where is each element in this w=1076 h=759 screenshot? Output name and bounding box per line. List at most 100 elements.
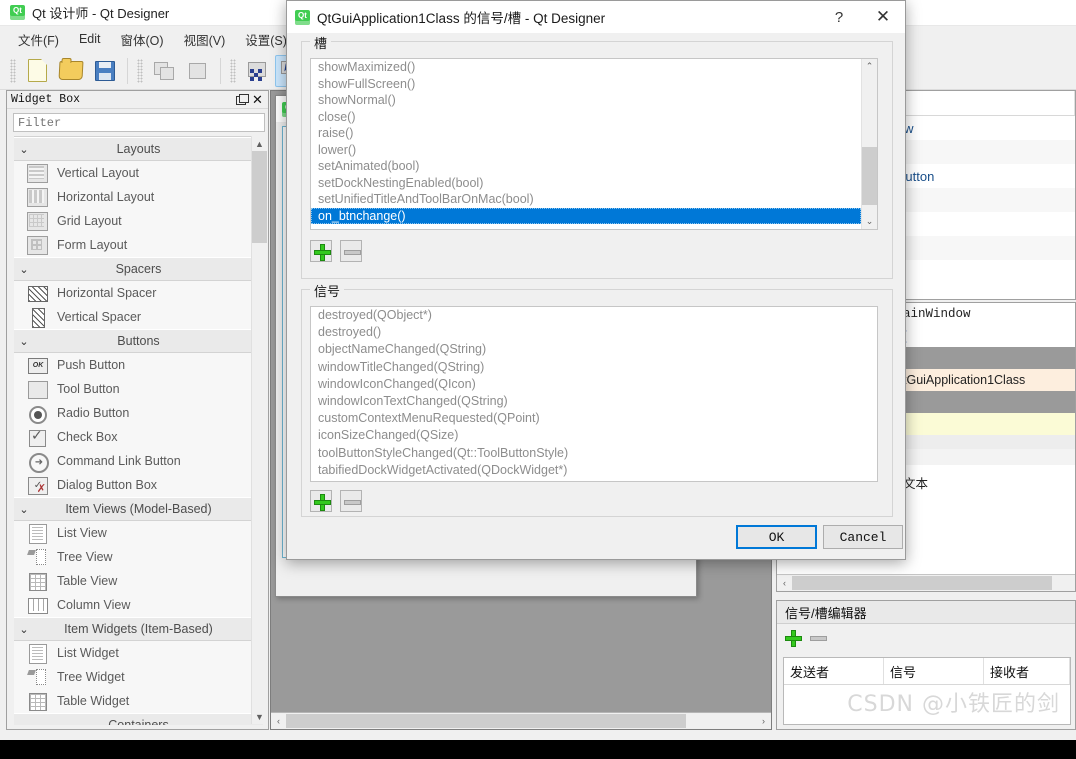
filter-input[interactable]	[13, 113, 265, 132]
scroll-up-icon[interactable]: ▲	[252, 136, 267, 151]
widget-item-vertical-spacer[interactable]: Vertical Spacer	[14, 305, 263, 329]
widget-item-table-view[interactable]: Table View	[14, 569, 263, 593]
list-item[interactable]: showFullScreen()	[311, 76, 877, 93]
remove-signal-button[interactable]	[340, 490, 362, 512]
toolbar-grip[interactable]	[10, 58, 16, 83]
list-item[interactable]: windowIconTextChanged(QString)	[311, 393, 877, 410]
widget-item-command-link-button[interactable]: ➜ Command Link Button	[14, 449, 263, 473]
list-item[interactable]: setUnifiedTitleAndToolBarOnMac(bool)	[311, 191, 877, 208]
widget-item-tree-widget[interactable]: Tree Widget	[14, 665, 263, 689]
widget-item-radio-button[interactable]: Radio Button	[14, 401, 263, 425]
edit-widgets-button[interactable]	[241, 55, 273, 87]
list-item[interactable]: setAnimated(bool)	[311, 158, 877, 175]
menu-edit[interactable]: Edit	[69, 29, 111, 49]
list-item[interactable]: raise()	[311, 125, 877, 142]
widget-group-buttons[interactable]: ⌄ Buttons	[14, 329, 263, 353]
column-header-sender[interactable]: 发送者	[784, 658, 884, 684]
signal-slot-editor-dock[interactable]: 信号/槽编辑器 发送者 信号 接收者	[776, 600, 1076, 730]
list-item[interactable]: windowTitleChanged(QString)	[311, 359, 877, 376]
paste-button[interactable]	[182, 55, 214, 87]
list-item[interactable]: close()	[311, 109, 877, 126]
slots-scrollbar[interactable]: ⌃ ⌄	[861, 59, 877, 229]
list-item[interactable]: setDockNestingEnabled(bool)	[311, 175, 877, 192]
property-value[interactable]: ]	[897, 417, 1075, 431]
list-item[interactable]: destroyed(QObject*)	[311, 307, 877, 324]
toolbar-grip-3[interactable]	[230, 58, 236, 83]
toolbar-grip-2[interactable]	[137, 58, 143, 83]
widget-group-layouts[interactable]: ⌄ Layouts	[14, 137, 263, 161]
widget-group-containers[interactable]: ⌄ Containers	[14, 713, 263, 725]
widget-item-form-layout[interactable]: Form Layout	[14, 233, 263, 257]
widget-item-tool-button[interactable]: Tool Button	[14, 377, 263, 401]
widget-box-scrollbar[interactable]: ▲ ▼	[251, 136, 267, 724]
column-header-receiver[interactable]: 接收者	[984, 658, 1070, 684]
widget-item-horizontal-layout[interactable]: Horizontal Layout	[14, 185, 263, 209]
menu-view[interactable]: 视图(V)	[174, 27, 236, 52]
list-item[interactable]: windowIconChanged(QIcon)	[311, 376, 877, 393]
form-area-hscrollbar[interactable]: ‹ ›	[271, 712, 771, 729]
list-item[interactable]: objectNameChanged(QString)	[311, 341, 877, 358]
widget-item-list-view[interactable]: List View	[14, 521, 263, 545]
add-icon[interactable]	[785, 629, 802, 647]
remove-icon[interactable]	[810, 630, 827, 647]
scrollbar-thumb[interactable]	[286, 714, 686, 728]
list-item[interactable]: lower()	[311, 142, 877, 159]
widget-item-table-widget[interactable]: Table Widget	[14, 689, 263, 713]
widget-item-check-box[interactable]: Check Box	[14, 425, 263, 449]
close-icon[interactable]: ✕	[861, 1, 905, 33]
scroll-up-icon[interactable]: ⌃	[862, 59, 877, 74]
widget-item-push-button[interactable]: OK Push Button	[14, 353, 263, 377]
copy-button[interactable]	[148, 55, 180, 87]
column-header-signal[interactable]: 信号	[884, 658, 984, 684]
widget-group-spacers[interactable]: ⌄ Spacers	[14, 257, 263, 281]
signals-listbox[interactable]: destroyed(QObject*) destroyed() objectNa…	[310, 306, 878, 482]
scroll-down-icon[interactable]: ⌄	[862, 214, 877, 229]
scroll-left-icon[interactable]: ‹	[271, 713, 286, 729]
add-slot-button[interactable]	[310, 240, 332, 262]
remove-slot-button[interactable]	[340, 240, 362, 262]
list-item[interactable]: showMaximized()	[311, 59, 877, 76]
widget-group-item-widgets[interactable]: ⌄ Item Widgets (Item-Based)	[14, 617, 263, 641]
close-icon[interactable]: ✕	[251, 93, 264, 106]
list-item[interactable]: destroyed()	[311, 324, 877, 341]
signal-slot-editor-toolbar[interactable]	[777, 624, 1075, 652]
list-item[interactable]: customContextMenuRequested(QPoint)	[311, 410, 877, 427]
property-value[interactable]: [	[897, 329, 1075, 343]
list-item[interactable]: showNormal()	[311, 92, 877, 109]
widget-box-list[interactable]: ⌄ Layouts Vertical Layout Horizontal Lay…	[14, 136, 263, 725]
property-value[interactable]: 文本	[897, 473, 1075, 492]
signals-slots-dialog[interactable]: QtGuiApplication1Class 的信号/槽 - Qt Design…	[286, 0, 906, 560]
property-value[interactable]: ainWindow	[897, 307, 1075, 321]
menu-form[interactable]: 窗体(O)	[111, 27, 174, 52]
ok-button[interactable]: OK	[736, 525, 817, 549]
widget-item-vertical-layout[interactable]: Vertical Layout	[14, 161, 263, 185]
widget-item-tree-view[interactable]: Tree View	[14, 545, 263, 569]
property-value[interactable]: tGuiApplication1Class	[897, 373, 1075, 387]
property-editor-hscrollbar[interactable]: ‹	[777, 574, 1075, 591]
scrollbar-thumb[interactable]	[792, 576, 1052, 590]
scrollbar-thumb[interactable]	[862, 147, 877, 205]
list-item-selected[interactable]: on_btnchange()	[311, 207, 861, 224]
widget-group-item-views[interactable]: ⌄ Item Views (Model-Based)	[14, 497, 263, 521]
float-icon[interactable]	[235, 93, 249, 106]
add-signal-button[interactable]	[310, 490, 332, 512]
scroll-right-icon[interactable]: ›	[756, 713, 771, 729]
save-file-button[interactable]	[89, 55, 121, 87]
help-button[interactable]: ?	[817, 1, 861, 33]
widget-item-horizontal-spacer[interactable]: Horizontal Spacer	[14, 281, 263, 305]
slots-listbox[interactable]: showMaximized() showFullScreen() showNor…	[310, 58, 878, 230]
new-file-button[interactable]	[21, 55, 53, 87]
list-item[interactable]: toolButtonStyleChanged(Qt::ToolButtonSty…	[311, 445, 877, 462]
list-item[interactable]: iconSizeChanged(QSize)	[311, 427, 877, 444]
widget-item-grid-layout[interactable]: Grid Layout	[14, 209, 263, 233]
scroll-left-icon[interactable]: ‹	[777, 575, 792, 591]
menu-file[interactable]: 文件(F)	[8, 27, 69, 52]
list-item[interactable]: tabifiedDockWidgetActivated(QDockWidget*…	[311, 462, 877, 479]
widget-item-dialog-button-box[interactable]: ✓ Dialog Button Box	[14, 473, 263, 497]
widget-item-list-widget[interactable]: List Widget	[14, 641, 263, 665]
cancel-button[interactable]: Cancel	[823, 525, 903, 549]
widget-item-column-view[interactable]: Column View	[14, 593, 263, 617]
signal-slot-table[interactable]: 发送者 信号 接收者	[783, 657, 1071, 725]
open-file-button[interactable]	[55, 55, 87, 87]
scroll-down-icon[interactable]: ▼	[252, 709, 267, 724]
